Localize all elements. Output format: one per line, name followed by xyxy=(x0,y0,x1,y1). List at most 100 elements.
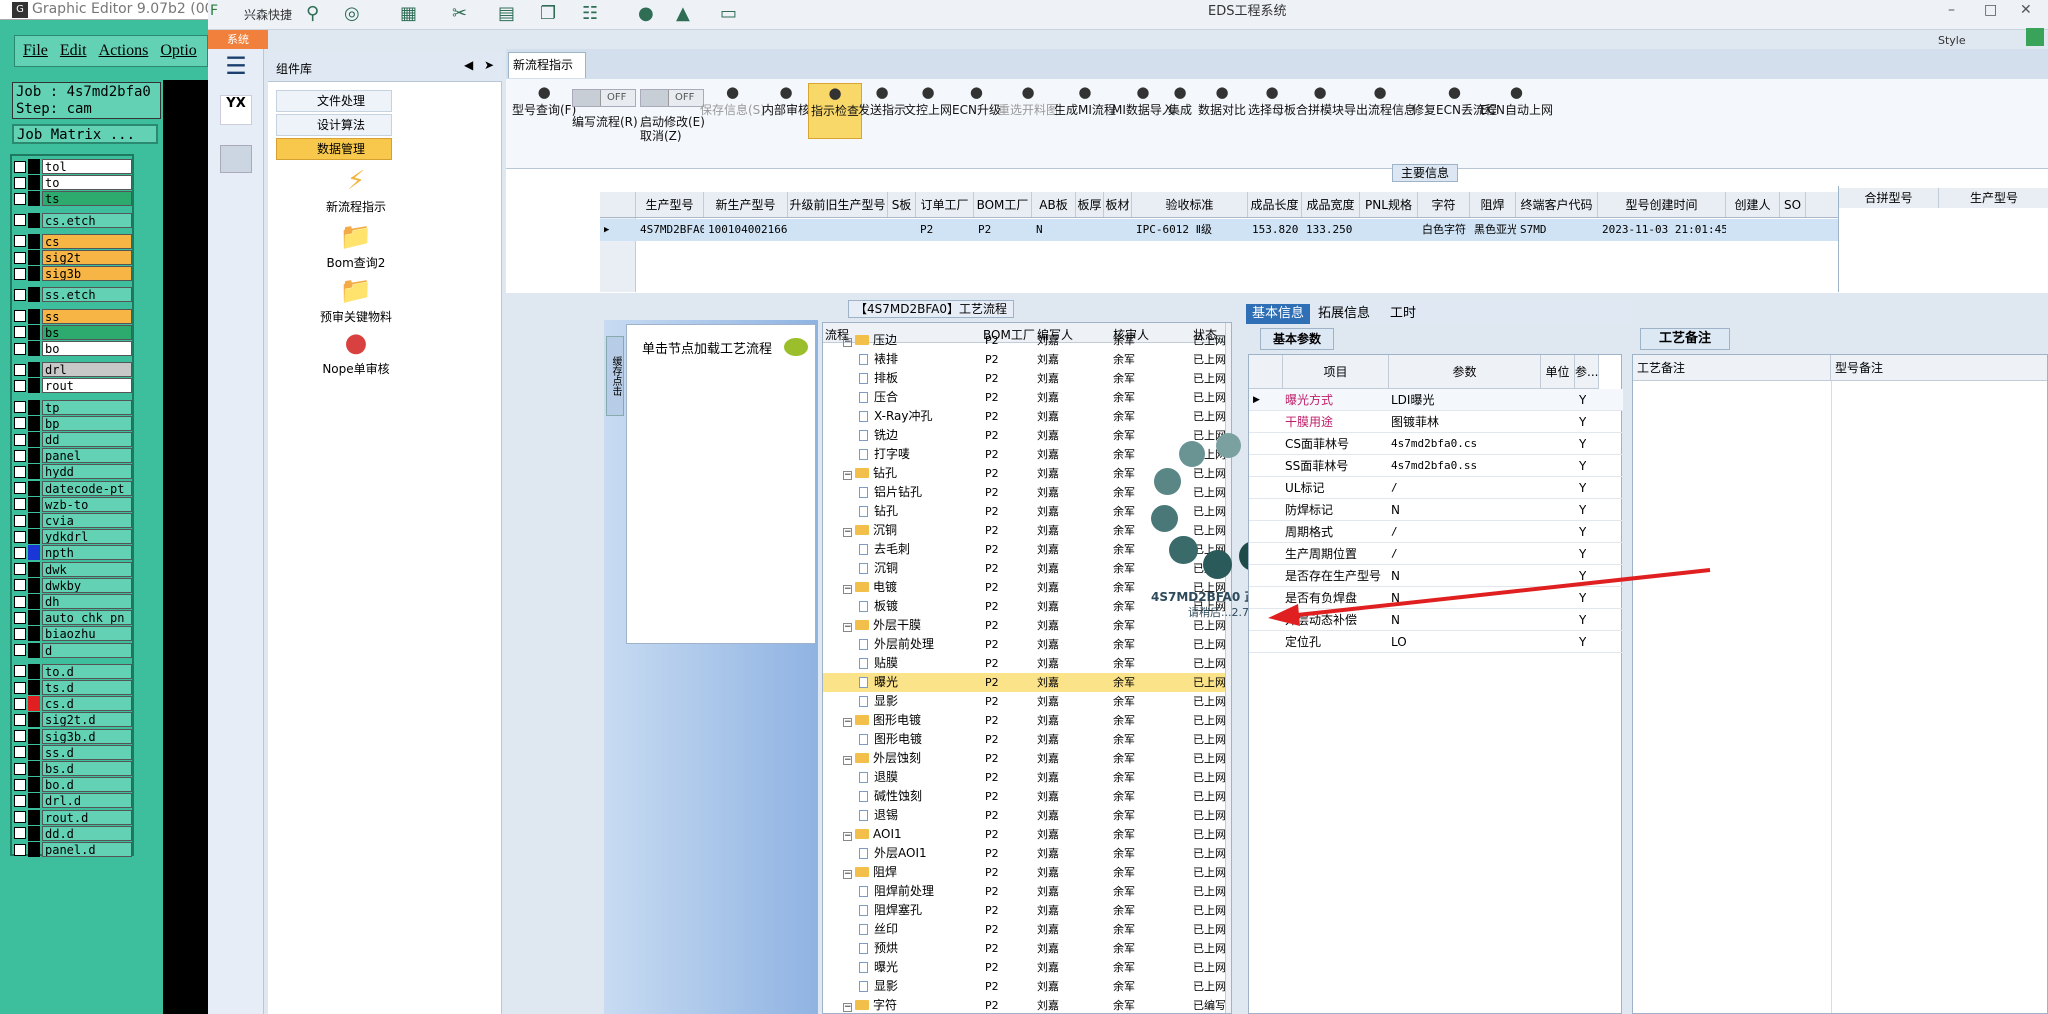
layer-checkbox[interactable] xyxy=(14,794,26,807)
menu-options[interactable]: Optio xyxy=(160,42,196,60)
layer-checkbox[interactable] xyxy=(14,214,26,227)
param-row[interactable]: UL标记 / Y xyxy=(1249,477,1623,499)
layer-row[interactable]: d xyxy=(14,642,132,658)
layer-checkbox[interactable] xyxy=(14,843,26,856)
system-tab[interactable]: 系统 xyxy=(208,30,268,49)
grid-col-header[interactable]: SO xyxy=(1780,192,1806,217)
layer-checkbox[interactable] xyxy=(14,595,26,608)
grid-cell[interactable] xyxy=(1780,219,1806,241)
param-row[interactable]: 干膜用途 图镀菲林 Y xyxy=(1249,411,1623,433)
grid-col-header[interactable]: 终端客户代码 xyxy=(1516,192,1598,217)
layer-checkbox[interactable] xyxy=(14,730,26,743)
tab-basic-info[interactable]: 基本信息 xyxy=(1246,304,1311,324)
expand-icon[interactable]: − xyxy=(843,471,852,480)
layer-row[interactable]: bo.d xyxy=(14,777,132,793)
tree-row[interactable]: 外层AOI1 P2 刘嘉 余军 已上网 xyxy=(823,844,1226,863)
grid-cell[interactable]: 153.820 xyxy=(1248,219,1302,241)
layer-row[interactable]: dwk xyxy=(14,561,132,577)
expand-icon[interactable]: − xyxy=(843,623,852,632)
layer-checkbox[interactable] xyxy=(14,401,26,414)
layer-checkbox[interactable] xyxy=(14,530,26,543)
layer-checkbox[interactable] xyxy=(14,342,26,355)
param-value[interactable]: N xyxy=(1391,499,1539,521)
layer-checkbox[interactable] xyxy=(14,363,26,376)
layer-row[interactable]: ts xyxy=(14,191,132,207)
search-icon[interactable]: ⚲ xyxy=(306,3,319,24)
param-value[interactable]: 图镀菲林 xyxy=(1391,411,1539,433)
process-notes-panel[interactable]: 工艺备注 型号备注 xyxy=(1632,354,2048,1014)
param-row[interactable]: 防焊标记 N Y xyxy=(1249,499,1623,521)
tree-row[interactable]: 预烘 P2 刘嘉 余军 已上网 xyxy=(823,939,1226,958)
layer-checkbox[interactable] xyxy=(14,267,26,280)
param-row[interactable]: ▶ 曝光方式 LDI曝光 Y xyxy=(1249,389,1623,411)
layer-row[interactable]: biaozhu xyxy=(14,626,132,642)
ribbon-write-flow[interactable]: OFF 编写流程(R) xyxy=(572,83,638,155)
grid-col-header[interactable]: 板材 xyxy=(1104,192,1132,217)
layer-row[interactable]: bp xyxy=(14,415,132,431)
grid-col-header[interactable]: 型号创建时间 xyxy=(1598,192,1726,217)
tree-row[interactable]: − 字符 P2 刘嘉 余军 已编写 xyxy=(823,996,1226,1013)
grid-cell[interactable]: 2023-11-03 21:01:45 xyxy=(1598,219,1726,241)
layer-row[interactable]: sig2t.d xyxy=(14,712,132,728)
merge-panel[interactable]: 合拼型号 生产型号 xyxy=(1838,186,2048,292)
layer-checkbox[interactable] xyxy=(14,778,26,791)
tree-row[interactable]: 显影 P2 刘嘉 余军 已上网 xyxy=(823,692,1226,711)
layer-checkbox[interactable] xyxy=(14,681,26,694)
ribbon-button-shuffle[interactable]: ● 选择母板 xyxy=(1248,83,1296,155)
graphic-area[interactable] xyxy=(163,80,208,1014)
layer-checkbox[interactable] xyxy=(14,310,26,323)
layer-checkbox[interactable] xyxy=(14,827,26,840)
layer-checkbox[interactable] xyxy=(14,288,26,301)
tree-row[interactable]: 曝光 P2 刘嘉 余军 已上网 xyxy=(823,673,1226,692)
tab-work-hours[interactable]: 工时 xyxy=(1384,304,1422,324)
ribbon-button-cloud[interactable]: ● 文控上网 xyxy=(904,83,952,155)
table-icon[interactable]: ▦ xyxy=(400,3,417,24)
layer-row[interactable]: tol xyxy=(14,159,132,174)
toggle-switch[interactable]: OFF xyxy=(572,89,636,107)
expand-icon[interactable]: − xyxy=(843,870,852,879)
layer-checkbox[interactable] xyxy=(14,498,26,511)
ribbon-button-merge[interactable]: ● 合拼模块 xyxy=(1296,83,1344,155)
tree-row[interactable]: 裱排 P2 刘嘉 余军 已上网 xyxy=(823,350,1226,369)
tree-scrollbar[interactable] xyxy=(1225,323,1231,1013)
layer-checkbox[interactable] xyxy=(14,697,26,710)
style-menu[interactable]: Style xyxy=(1938,34,1966,47)
layer-checkbox[interactable] xyxy=(14,811,26,824)
tree-row[interactable]: − 压边 P2 刘嘉 余军 已上网 xyxy=(823,331,1226,350)
tree-row[interactable]: 外层前处理 P2 刘嘉 余军 已上网 xyxy=(823,635,1226,654)
layer-row[interactable]: npth xyxy=(14,545,132,561)
menu-icon[interactable]: ☰ xyxy=(220,52,252,80)
layer-checkbox[interactable] xyxy=(14,762,26,775)
windows-icon[interactable] xyxy=(2026,28,2044,46)
expand-icon[interactable]: − xyxy=(843,756,852,765)
quick-bom-query[interactable]: 📁 Bom查询2 xyxy=(268,222,444,271)
menu-edit[interactable]: Edit xyxy=(60,42,87,60)
grid-col-header[interactable]: 板厚 xyxy=(1076,192,1104,217)
grid-col-header[interactable]: 验收标准 xyxy=(1132,192,1248,217)
grid-col-header[interactable]: S板 xyxy=(888,192,916,217)
ribbon-button-image[interactable]: ● 重选开料图 xyxy=(998,83,1058,155)
tree-row[interactable]: − 外层干膜 P2 刘嘉 余军 已上网 xyxy=(823,616,1226,635)
layer-row[interactable]: dd xyxy=(14,432,132,447)
layer-row[interactable]: panel.d xyxy=(14,842,132,857)
menu-actions[interactable]: Actions xyxy=(99,42,149,60)
lazy-load-box[interactable] xyxy=(626,324,816,644)
ribbon-button-checklist[interactable]: ● 指示检查 xyxy=(808,83,862,139)
layer-row[interactable]: to.d xyxy=(14,663,132,679)
layer-row[interactable]: dwkby xyxy=(14,577,132,593)
quick-new-process[interactable]: ⚡ 新流程指示 xyxy=(268,166,444,215)
ribbon-button-gear[interactable]: ● 生成MI流程 xyxy=(1054,83,1116,155)
grid-col-header[interactable]: PNL规格 xyxy=(1360,192,1418,217)
layer-list[interactable]: tol to ts cs.etch cs sig2t sig3b ss.etch ss bs bo d… xyxy=(10,154,134,857)
job-matrix-button[interactable]: Job Matrix ... xyxy=(12,124,158,144)
tree-row[interactable]: 退膜 P2 刘嘉 余军 已上网 xyxy=(823,768,1226,787)
layer-row[interactable]: cs xyxy=(14,233,132,249)
layer-checkbox[interactable] xyxy=(14,192,26,205)
layer-checkbox[interactable] xyxy=(14,465,26,478)
grid-cell[interactable] xyxy=(1076,219,1104,241)
ribbon-button-search[interactable]: ● 型号查询(F) xyxy=(512,83,576,155)
ribbon-button-import[interactable]: ● MI数据导入 xyxy=(1112,83,1174,155)
expand-icon[interactable]: − xyxy=(843,585,852,594)
calculator-icon[interactable] xyxy=(220,145,252,173)
expand-icon[interactable]: − xyxy=(843,338,852,347)
